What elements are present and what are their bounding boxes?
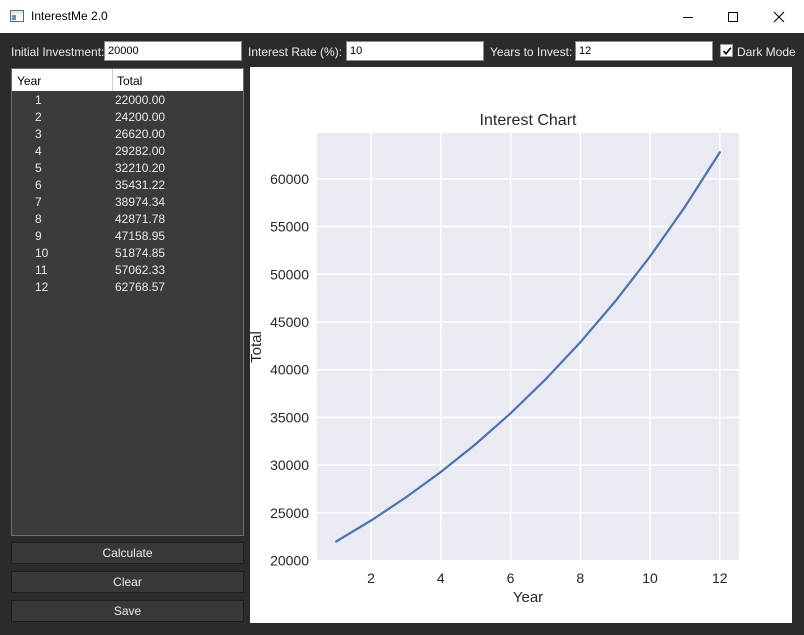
data-point xyxy=(614,300,617,303)
header-year[interactable]: Year xyxy=(17,74,41,88)
data-point xyxy=(474,442,477,446)
calculate-button[interactable]: Calculate xyxy=(11,542,244,564)
dark-mode-label: Dark Mode xyxy=(737,45,796,59)
table-body: 1 22000.00 2 24200.00 3 26620.00 4 29282.00 5 322… xyxy=(12,92,243,296)
table-row[interactable]: 7 38974.34 xyxy=(12,194,243,211)
data-point xyxy=(439,470,442,474)
data-point xyxy=(579,341,582,344)
interest-chart: 2 4 6 8 10 12 20000 25000 30000 35000 40000 45000 50… xyxy=(250,112,739,606)
cell-total: 57062.33 xyxy=(115,263,166,277)
minimize-button[interactable] xyxy=(665,0,711,33)
years-to-invest-label: Years to Invest: xyxy=(490,45,573,59)
minimize-icon xyxy=(683,16,693,18)
data-point xyxy=(509,412,512,415)
y-tick-label: 40000 xyxy=(270,362,309,378)
table-row[interactable]: 12 62768.57 xyxy=(12,279,243,296)
input-bar: Initial Investment: 20000 Interest Rate … xyxy=(0,33,804,67)
cell-total: 24200.00 xyxy=(115,110,166,124)
data-point xyxy=(718,151,721,154)
initial-investment-label: Initial Investment: xyxy=(11,45,105,59)
cell-year: 12 xyxy=(35,280,49,294)
title-bar: InterestMe 2.0 xyxy=(0,0,804,33)
y-tick-label: 60000 xyxy=(270,171,309,187)
chart-panel: 2 4 6 8 10 12 20000 25000 30000 35000 40000 45000 50… xyxy=(250,67,792,623)
y-axis-label: Total xyxy=(250,331,265,363)
cell-year: 4 xyxy=(35,144,42,158)
chart-title: Interest Chart xyxy=(480,112,577,129)
cell-year: 2 xyxy=(35,110,42,124)
table-row[interactable]: 4 29282.00 xyxy=(12,143,243,160)
table-header: Year Total xyxy=(12,69,243,91)
close-icon xyxy=(773,11,785,22)
y-tick-label: 20000 xyxy=(270,553,309,569)
data-point xyxy=(404,496,408,499)
maximize-icon xyxy=(728,11,738,22)
x-tick-label: 2 xyxy=(367,570,375,586)
interest-rate-label: Interest Rate (%): xyxy=(248,45,343,59)
x-tick-label: 6 xyxy=(507,570,515,586)
results-table[interactable]: Year Total 1 22000.00 2 24200.00 3 26620.00 4 2… xyxy=(11,68,244,536)
cell-year: 9 xyxy=(35,229,42,243)
cell-year: 10 xyxy=(35,246,49,260)
app-icon xyxy=(10,10,24,22)
data-point xyxy=(335,540,338,543)
table-row[interactable]: 1 22000.00 xyxy=(12,92,243,109)
cell-total: 51874.85 xyxy=(115,246,166,260)
table-row[interactable]: 5 32210.20 xyxy=(12,160,243,177)
cell-year: 3 xyxy=(35,127,42,141)
years-to-invest-input[interactable]: 12 xyxy=(575,41,713,61)
clear-button[interactable]: Clear xyxy=(11,571,244,593)
cell-year: 6 xyxy=(35,178,42,192)
table-row[interactable]: 2 24200.00 xyxy=(12,109,243,126)
cell-total: 26620.00 xyxy=(115,127,166,141)
x-tick-label: 8 xyxy=(576,570,584,586)
close-button[interactable] xyxy=(756,0,802,33)
dark-mode-checkbox[interactable] xyxy=(720,44,733,57)
checkmark-icon xyxy=(722,47,732,56)
table-row[interactable]: 3 26620.00 xyxy=(12,126,243,143)
save-button[interactable]: Save xyxy=(11,600,244,622)
data-point xyxy=(648,255,652,258)
interest-rate-input[interactable]: 10 xyxy=(346,41,484,61)
cell-total: 32210.20 xyxy=(115,161,166,175)
plot-area xyxy=(317,133,739,561)
cell-total: 38974.34 xyxy=(115,195,166,209)
table-row[interactable]: 8 42871.78 xyxy=(12,211,243,228)
table-row[interactable]: 9 47158.95 xyxy=(12,228,243,245)
table-row[interactable]: 6 35431.22 xyxy=(12,177,243,194)
x-axis-label: Year xyxy=(513,589,543,606)
maximize-button[interactable] xyxy=(710,0,756,33)
x-tick-label: 12 xyxy=(712,570,728,586)
y-tick-label: 45000 xyxy=(270,314,309,330)
window-title: InterestMe 2.0 xyxy=(31,9,108,23)
header-total[interactable]: Total xyxy=(117,74,142,88)
y-tick-label: 50000 xyxy=(270,266,309,282)
data-point xyxy=(369,519,373,522)
cell-total: 22000.00 xyxy=(115,93,166,107)
header-divider xyxy=(112,69,113,91)
y-tick-label: 30000 xyxy=(270,457,309,473)
y-tick-label: 55000 xyxy=(270,219,309,235)
cell-total: 47158.95 xyxy=(115,229,166,243)
table-row[interactable]: 10 51874.85 xyxy=(12,245,243,262)
cell-total: 29282.00 xyxy=(115,144,166,158)
cell-total: 62768.57 xyxy=(115,280,166,294)
cell-year: 8 xyxy=(35,212,42,226)
y-tick-label: 25000 xyxy=(270,505,309,521)
x-tick-label: 10 xyxy=(642,570,658,586)
cell-total: 42871.78 xyxy=(115,212,166,226)
data-point xyxy=(544,378,547,381)
cell-year: 11 xyxy=(35,263,48,277)
cell-year: 1 xyxy=(35,93,42,107)
initial-investment-input[interactable]: 20000 xyxy=(104,41,242,61)
y-tick-label: 35000 xyxy=(270,409,309,425)
cell-total: 35431.22 xyxy=(115,178,166,192)
table-row[interactable]: 11 57062.33 xyxy=(12,262,243,279)
data-point xyxy=(683,205,687,208)
cell-year: 7 xyxy=(35,195,42,209)
cell-year: 5 xyxy=(35,161,42,175)
x-tick-label: 4 xyxy=(437,570,445,586)
